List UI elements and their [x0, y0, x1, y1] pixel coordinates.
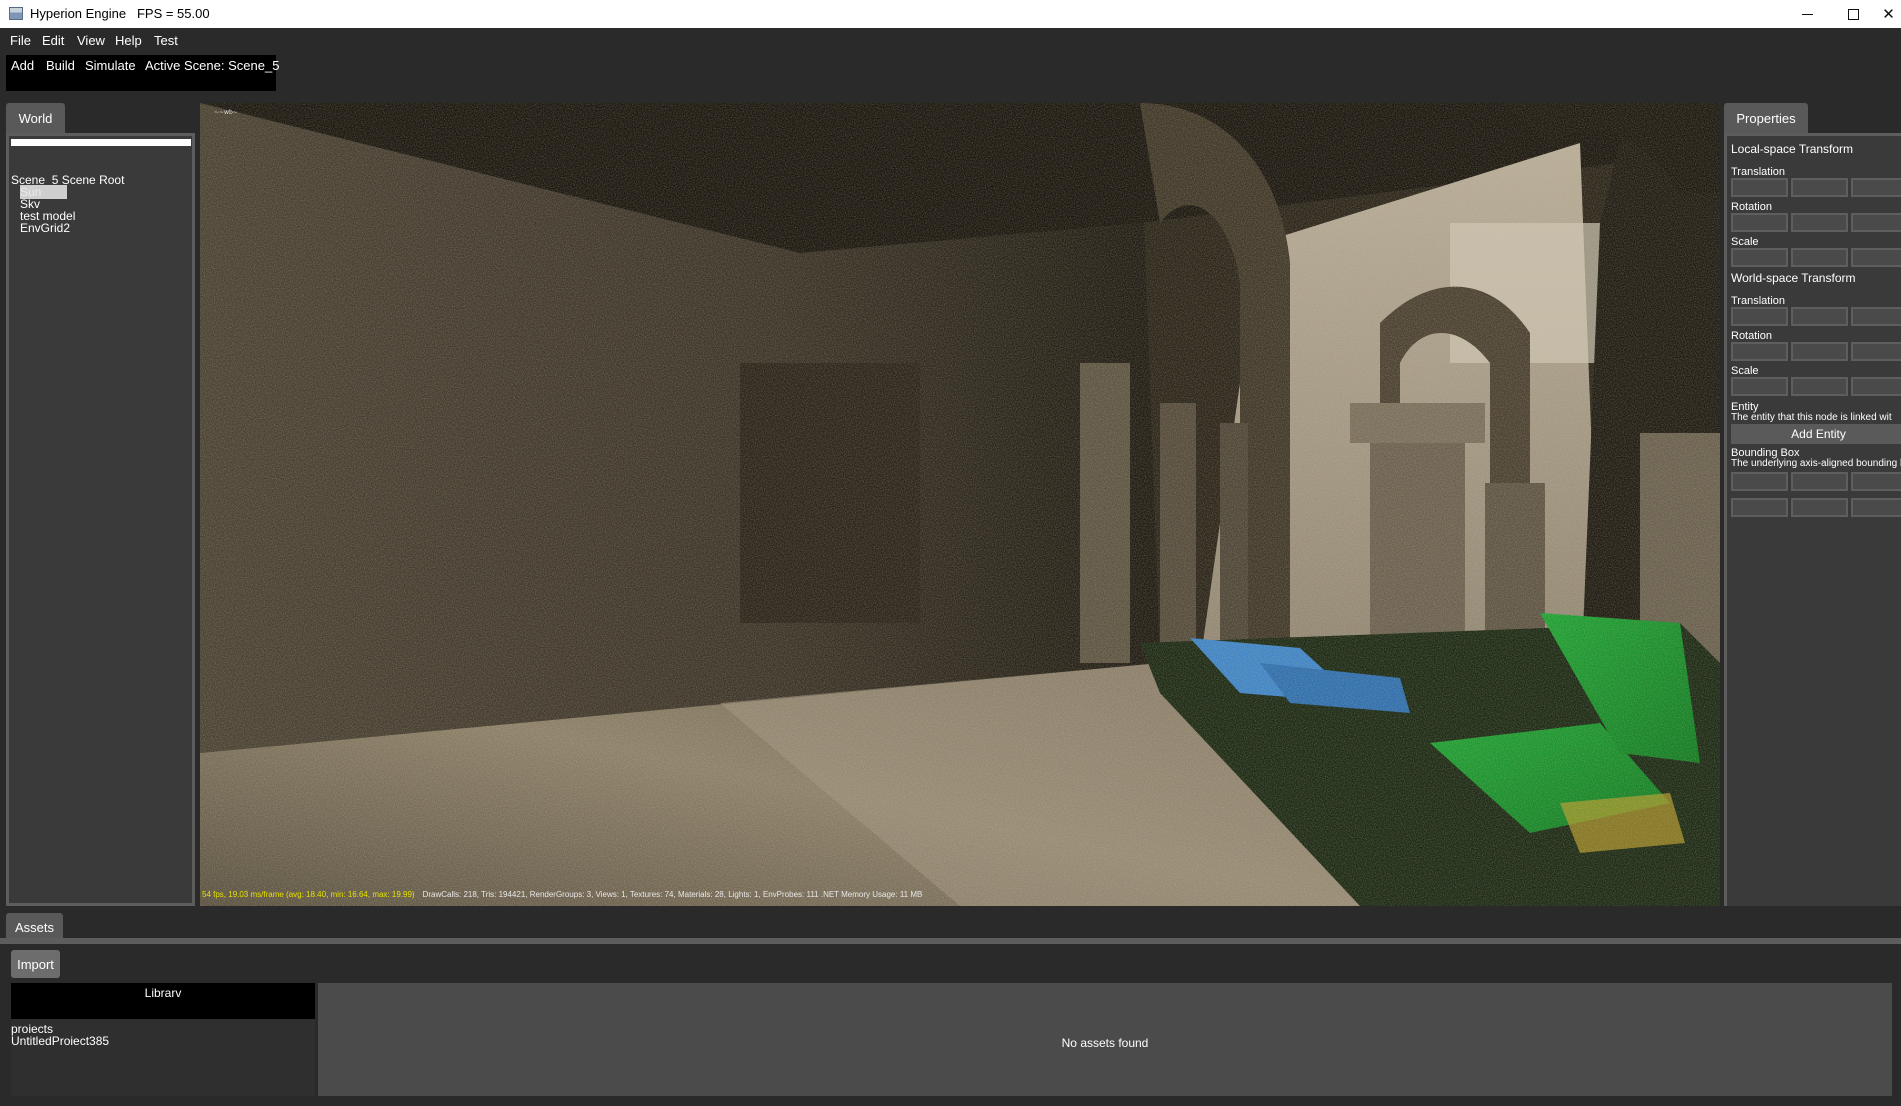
- tree-item-envgrid[interactable]: EnvGrid2: [11, 222, 124, 234]
- bbox-min-z-input[interactable]: [1851, 472, 1901, 491]
- world-scale-label: Scale: [1731, 365, 1759, 377]
- world-rotation-x-input[interactable]: [1731, 342, 1788, 361]
- viewport-corner-label: ~~wb~: [214, 109, 238, 116]
- no-assets-message: No assets found: [1061, 1036, 1149, 1050]
- local-translation-x-input[interactable]: [1731, 178, 1788, 197]
- scene-tree: Scene_5 Scene Root Sun Skv test model En…: [11, 174, 124, 234]
- window-title: Hyperion Engine FPS = 55.00: [30, 6, 210, 21]
- world-scale-fields: [1731, 377, 1901, 396]
- bbox-min-x-input[interactable]: [1731, 472, 1788, 491]
- world-search-input[interactable]: [11, 139, 191, 146]
- bbox-max-x-input[interactable]: [1731, 498, 1788, 517]
- world-rotation-label: Rotation: [1731, 330, 1772, 342]
- world-translation-y-input[interactable]: [1791, 307, 1848, 326]
- local-rotation-x-input[interactable]: [1731, 213, 1788, 232]
- entity-description: The entity that this node is linked wit: [1731, 412, 1892, 423]
- maximize-icon: [1847, 8, 1859, 20]
- local-rotation-fields: [1731, 213, 1901, 232]
- world-scale-y-input[interactable]: [1791, 377, 1848, 396]
- close-button[interactable]: ✕: [1876, 0, 1901, 28]
- tab-world[interactable]: World: [6, 103, 65, 133]
- local-translation-label: Translation: [1731, 166, 1786, 178]
- build-button[interactable]: Build: [46, 58, 75, 73]
- world-panel: [6, 133, 195, 906]
- world-translation-z-input[interactable]: [1851, 307, 1901, 326]
- world-translation-label: Translation: [1731, 295, 1786, 307]
- scene-viewport[interactable]: ~~wb~ 54 fps, 19.03 ms/frame (avg: 18.40…: [200, 103, 1720, 906]
- local-rotation-y-input[interactable]: [1791, 213, 1848, 232]
- library-list: proiects UntitledProiect385: [11, 1023, 109, 1047]
- bounding-box-max-fields: [1731, 498, 1901, 517]
- simulate-button[interactable]: Simulate: [85, 58, 136, 73]
- library-header: Librarv: [11, 983, 315, 1019]
- library-item-untitled-project[interactable]: UntitledProiect385: [11, 1035, 109, 1047]
- menu-help[interactable]: Help: [115, 33, 142, 48]
- bounding-box-min-fields: [1731, 472, 1901, 491]
- close-icon: ✕: [1882, 6, 1895, 23]
- local-scale-fields: [1731, 248, 1901, 267]
- assets-browser: No assets found: [318, 983, 1892, 1096]
- bbox-max-y-input[interactable]: [1791, 498, 1848, 517]
- world-translation-fields: [1731, 307, 1901, 326]
- toolbar: Add Build Simulate Active Scene: Scene_5: [6, 55, 280, 91]
- local-scale-label: Scale: [1731, 236, 1759, 248]
- local-rotation-z-input[interactable]: [1851, 213, 1901, 232]
- world-rotation-z-input[interactable]: [1851, 342, 1901, 361]
- local-rotation-label: Rotation: [1731, 201, 1772, 213]
- minimize-icon: [1801, 13, 1813, 15]
- local-translation-z-input[interactable]: [1851, 178, 1901, 197]
- local-scale-z-input[interactable]: [1851, 248, 1901, 267]
- fps-stats: 54 fps, 19.03 ms/frame (avg: 18.40, min:…: [202, 890, 415, 899]
- minimize-button[interactable]: [1784, 0, 1830, 28]
- draw-stats: DrawCalls: 218, Tris: 194421, RenderGrou…: [422, 890, 923, 899]
- add-button[interactable]: Add: [11, 58, 34, 73]
- local-translation-fields: [1731, 178, 1901, 197]
- local-scale-y-input[interactable]: [1791, 248, 1848, 267]
- assets-tab-divider: [0, 938, 1901, 944]
- menu-test[interactable]: Test: [154, 33, 178, 48]
- window-titlebar: Hyperion Engine FPS = 55.00 ✕: [0, 0, 1901, 28]
- world-scale-x-input[interactable]: [1731, 377, 1788, 396]
- menu-view[interactable]: View: [77, 33, 105, 48]
- render-stats: 54 fps, 19.03 ms/frame (avg: 18.40, min:…: [202, 890, 922, 899]
- maximize-button[interactable]: [1830, 0, 1876, 28]
- menu-edit[interactable]: Edit: [42, 33, 64, 48]
- bounding-box-description: The underlying axis-aligned bounding b: [1731, 458, 1901, 469]
- properties-panel: Local-space Transform Translation Rotati…: [1724, 133, 1901, 906]
- world-translation-x-input[interactable]: [1731, 307, 1788, 326]
- bbox-min-y-input[interactable]: [1791, 472, 1848, 491]
- local-translation-y-input[interactable]: [1791, 178, 1848, 197]
- local-transform-heading: Local-space Transform: [1731, 142, 1854, 156]
- rendered-scene: [200, 103, 1720, 906]
- tab-properties[interactable]: Properties: [1724, 103, 1808, 133]
- local-scale-x-input[interactable]: [1731, 248, 1788, 267]
- world-rotation-y-input[interactable]: [1791, 342, 1848, 361]
- world-scale-z-input[interactable]: [1851, 377, 1901, 396]
- add-entity-button[interactable]: Add Entity: [1731, 424, 1901, 444]
- app-window-icon: [9, 7, 23, 20]
- menu-bar: File Edit View Help Test: [0, 28, 1901, 55]
- library-pane: Librarv proiects UntitledProiect385: [11, 983, 315, 1096]
- active-scene-label: Active Scene: Scene_5: [145, 58, 280, 73]
- menu-file[interactable]: File: [10, 33, 31, 48]
- tab-assets[interactable]: Assets: [6, 913, 63, 941]
- bbox-max-z-input[interactable]: [1851, 498, 1901, 517]
- world-transform-heading: World-space Transform: [1731, 271, 1856, 285]
- import-button[interactable]: Import: [11, 950, 60, 978]
- world-rotation-fields: [1731, 342, 1901, 361]
